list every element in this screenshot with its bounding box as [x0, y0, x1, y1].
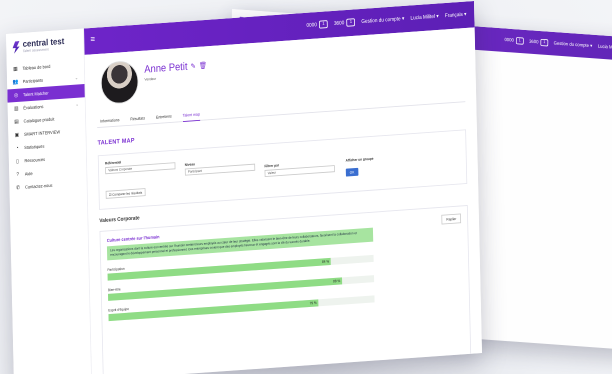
credit-counter-2: 3600 1 [334, 18, 356, 27]
sidebar-nav: ▦ Tableau de bord 👥 Participants ⌄ ◎ Talent Ma… [7, 58, 87, 195]
credit-1: 0000 1 [504, 36, 524, 45]
chevron-down-icon: ▾ [436, 14, 439, 20]
account-menu[interactable]: Gestion du compte ▾ [361, 16, 405, 24]
stats-icon: ◔ [15, 145, 19, 151]
user-menu[interactable]: Lucia Militel ▾ [410, 13, 438, 21]
document-icon: ▯ [16, 159, 19, 165]
sidebar-item-label: Talent Matcher [22, 90, 49, 98]
referential-filter: Référentiel Valeurs Corporate [105, 156, 176, 175]
sidebar-item-label: Catalogue produit [23, 116, 55, 124]
compare-checkbox[interactable]: ☑ Comparer les résultats [105, 188, 146, 199]
bar-value: 84 % [321, 258, 330, 264]
profile-name: Anne Petit ✎ 🗑 [144, 59, 207, 76]
tab-3[interactable]: Talent map [182, 112, 201, 123]
language-menu[interactable]: Français ▾ [445, 11, 467, 19]
catalog-icon: ▤ [14, 119, 19, 126]
chevron-down-icon: ⌄ [75, 101, 79, 108]
chevron-down-icon: ▾ [401, 16, 405, 22]
sidebar-item-label: SMART INTERVIEW [23, 129, 61, 138]
ok-button[interactable]: OK [345, 167, 359, 177]
profile-role: Vendeur [144, 76, 157, 82]
sidebar: central test Talent assessment ▦ Tableau d… [6, 28, 92, 374]
logo[interactable]: central test Talent assessment [6, 29, 84, 60]
edit-icon[interactable]: ✎ [191, 62, 196, 70]
credit-counter-1: 0000 1 [306, 20, 328, 29]
front-screen: central test Talent assessment ▦ Tableau d… [6, 1, 482, 374]
main-content: Anne Petit ✎ 🗑 Vendeur Informations Résul… [84, 27, 482, 374]
credit-2: 3600 1 [529, 38, 549, 47]
level-filter: Niveau Participant [185, 157, 256, 176]
stage: central testTalent assessment ▦ Tableau d… [0, 0, 612, 374]
brand-name: central testTalent assessment [22, 36, 65, 54]
target-icon: ◎ [13, 93, 19, 99]
collapse-button[interactable]: Replier [441, 213, 462, 225]
sidebar-item-label: Aide [24, 170, 33, 177]
tab-0[interactable]: Informations [100, 118, 119, 124]
sidebar-item-label: Évaluations [23, 104, 44, 111]
sidebar-item-label: Statistiques [24, 143, 45, 151]
avatar [100, 59, 139, 105]
filter-by: Filtrer par Valeur [264, 159, 335, 178]
sidebar-item-label: Participants [22, 77, 44, 85]
sidebar-item-label: Tableau de bord [22, 63, 51, 72]
delete-icon[interactable]: 🗑 [199, 61, 207, 69]
brand-logo-icon [12, 41, 19, 54]
chevron-down-icon: ▾ [464, 12, 467, 18]
dashboard-icon: ▦ [13, 66, 18, 73]
sidebar-item-label: Contactez-nous [25, 182, 53, 190]
group-filter: Afficher un groupe [345, 156, 374, 163]
menu-icon[interactable]: ≡ [90, 35, 95, 45]
bar-value: 79 % [309, 300, 317, 306]
chart-icon: ▥ [14, 106, 19, 112]
chevron-down-icon: ⌄ [74, 75, 79, 81]
interview-icon: ▣ [14, 132, 20, 139]
sidebar-item-label: Ressources [24, 156, 46, 164]
tab-1[interactable]: Résultats [130, 116, 145, 121]
user-menu[interactable]: Lucia Militel ▾ [598, 44, 612, 51]
tab-2[interactable]: Entretiens [156, 114, 172, 120]
users-icon: 👥 [12, 79, 19, 86]
account-menu[interactable]: Gestion du compte ▾ [554, 41, 593, 48]
help-icon: ? [16, 171, 20, 178]
value-card: Culture centrée sur l'humain Replier Les… [99, 205, 472, 374]
bar-value: 88 % [333, 278, 341, 284]
phone-icon: ✆ [16, 185, 21, 192]
